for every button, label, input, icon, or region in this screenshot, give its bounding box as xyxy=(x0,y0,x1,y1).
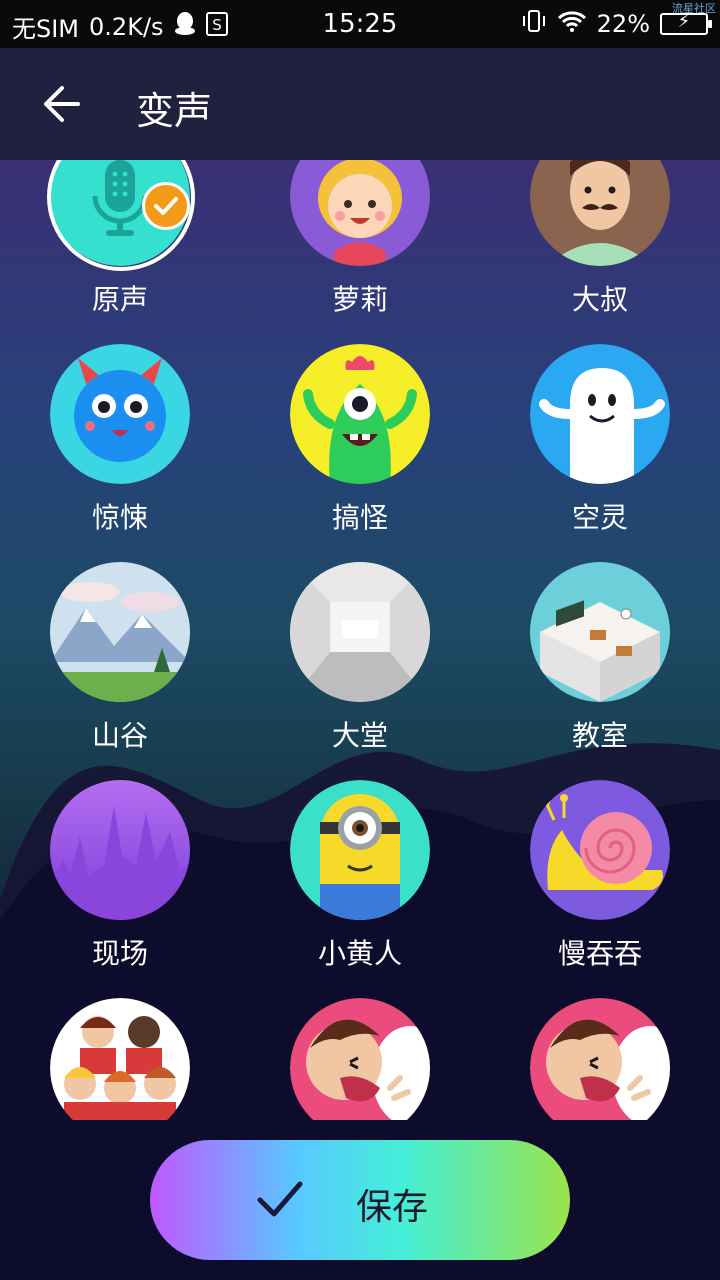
ghost-icon xyxy=(530,344,670,484)
concert-icon xyxy=(50,780,190,920)
wifi-icon xyxy=(557,9,587,39)
voice-label: 现场 xyxy=(91,937,148,970)
voice-label: 大叔 xyxy=(571,283,628,316)
corner-watermark: 流星社区 xyxy=(672,2,716,15)
selected-check-icon xyxy=(142,182,190,230)
green-monster-icon xyxy=(290,344,430,484)
classroom-icon xyxy=(530,562,670,702)
page-title: 变声 xyxy=(136,89,213,133)
voice-item-horror[interactable]: 惊悚 xyxy=(0,344,240,536)
battery-icon: ⚡ xyxy=(660,11,712,35)
voice-item-funny[interactable]: 搞怪 xyxy=(240,344,480,536)
voice-label: 山谷 xyxy=(91,719,148,752)
hall-icon xyxy=(290,562,430,702)
voice-item-choir[interactable] xyxy=(0,998,240,1120)
blue-monster-icon xyxy=(50,344,190,484)
voice-item-shout-2[interactable] xyxy=(480,998,720,1120)
mountain-icon xyxy=(50,562,190,702)
back-arrow-icon xyxy=(44,86,80,122)
voice-item-slow[interactable]: 慢吞吞 xyxy=(480,780,720,972)
status-bar: 无SIM 0.2K/s S 15:25 22% ⚡ 流星社区 xyxy=(0,0,720,48)
back-button[interactable] xyxy=(40,84,84,124)
voice-effect-grid: 原声 萝莉 大叔 惊悚 搞怪 空灵 山谷 大堂 教室 现场 小黄人 慢吞吞 xyxy=(0,160,720,1120)
voice-label: 慢吞吞 xyxy=(557,937,642,970)
shouting-man-icon xyxy=(290,998,430,1120)
voice-label: 小黄人 xyxy=(317,937,402,970)
voice-item-shout-1[interactable] xyxy=(240,998,480,1120)
voice-label: 原声 xyxy=(91,283,148,316)
voice-item-loli[interactable]: 萝莉 xyxy=(240,160,480,318)
voice-label: 惊悚 xyxy=(91,501,148,534)
voice-item-valley[interactable]: 山谷 xyxy=(0,562,240,754)
voice-label: 教室 xyxy=(571,719,628,752)
voice-item-minion[interactable]: 小黄人 xyxy=(240,780,480,972)
minion-icon xyxy=(290,780,430,920)
voice-label: 空灵 xyxy=(571,501,628,534)
voice-label: 萝莉 xyxy=(331,283,388,316)
voice-item-original[interactable]: 原声 xyxy=(0,160,240,318)
voice-item-ethereal[interactable]: 空灵 xyxy=(480,344,720,536)
shouting-man-icon xyxy=(530,998,670,1120)
choir-icon xyxy=(50,998,190,1120)
battery-percent: 22% xyxy=(596,10,650,38)
girl-icon xyxy=(290,160,430,266)
save-button[interactable]: 保存 xyxy=(150,1140,570,1260)
voice-item-classroom[interactable]: 教室 xyxy=(480,562,720,754)
app-bar: 变声 xyxy=(0,48,720,160)
voice-label: 大堂 xyxy=(331,719,388,752)
voice-label: 搞怪 xyxy=(331,501,388,534)
voice-item-uncle[interactable]: 大叔 xyxy=(480,160,720,318)
checkmark-icon xyxy=(257,1181,303,1217)
uncle-icon xyxy=(530,160,670,266)
snail-icon xyxy=(530,780,670,920)
vibrate-icon xyxy=(521,9,547,39)
voice-item-hall[interactable]: 大堂 xyxy=(240,562,480,754)
voice-item-live[interactable]: 现场 xyxy=(0,780,240,972)
save-button-label: 保存 xyxy=(356,1187,429,1228)
